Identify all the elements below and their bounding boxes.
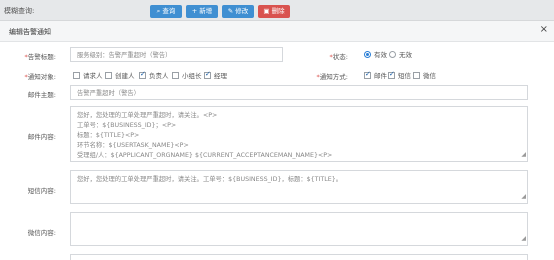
checkbox-checked-icon	[388, 70, 395, 79]
checkbox-checked-icon	[139, 70, 146, 79]
dialog-title: 编辑告警通知	[9, 28, 51, 36]
email-line: 您好，您处理的工单处理严重超时，请关注。<P>	[77, 112, 218, 119]
notify-target-manager[interactable]: 经理	[204, 70, 227, 80]
radio-icon	[389, 50, 396, 58]
delete-button[interactable]: ▣ 删除	[258, 5, 290, 18]
radio-selected-icon	[364, 50, 371, 58]
sms-content-label: 短信内容:	[27, 187, 56, 195]
edit-button[interactable]: ✎ 修改	[222, 5, 254, 18]
notify-target-label: *通知对象:	[24, 73, 56, 81]
alert-title-input[interactable]: 服务级别：告警严重超时（警告）	[70, 47, 283, 62]
status-valid-radio[interactable]: 有效	[364, 49, 387, 59]
wechat-content-textarea[interactable]: ◢	[70, 212, 528, 246]
notify-target-team-leader[interactable]: 小组长	[172, 70, 202, 80]
plus-icon: +	[191, 7, 198, 15]
notify-target-creator[interactable]: 创建人	[105, 70, 135, 80]
email-subject-input[interactable]: 告警严重超时（警告）	[70, 85, 528, 100]
email-content-label: 邮件内容:	[27, 133, 56, 141]
notify-method-sms[interactable]: 短信	[388, 70, 411, 80]
resize-handle-icon[interactable]: ◢	[521, 150, 526, 160]
add-button[interactable]: + 新增	[186, 5, 218, 18]
email-content-textarea[interactable]: 您好，您处理的工单处理严重超时，请关注。<P> 工单号：${BUSINESS_I…	[70, 106, 528, 162]
alert-title-label: *告警标题:	[24, 53, 56, 61]
checkbox-icon	[105, 71, 112, 79]
notify-target-requester[interactable]: 请求人	[73, 70, 103, 80]
notify-target-owner[interactable]: 负责人	[139, 70, 169, 80]
pencil-icon: ✎	[227, 7, 234, 15]
trash-icon: ▣	[263, 7, 270, 15]
email-line: 环节名称：${USERTASK_NAME}<P>	[77, 142, 189, 149]
fuzzy-search-label: 模糊查询:	[4, 7, 35, 15]
resize-handle-icon[interactable]: ◢	[521, 234, 526, 244]
toolbar: 模糊查询: ⌕ 查询 + 新增 ✎ 修改 ▣ 删除	[0, 0, 554, 21]
email-subject-label: 邮件主题:	[27, 91, 56, 99]
checkbox-icon	[73, 71, 80, 79]
close-icon[interactable]: ×	[540, 24, 548, 35]
dialog-header: 编辑告警通知 ×	[0, 21, 554, 42]
resize-handle-icon[interactable]: ◢	[521, 192, 526, 202]
sms-content-textarea[interactable]: 您好，您处理的工单处理严重超时，请关注。工单号：${BUSINESS_ID}，标…	[70, 170, 528, 204]
search-icon: ⌕	[156, 7, 161, 15]
status-label: *状态:	[329, 53, 348, 61]
next-field-edge	[70, 254, 528, 260]
notify-method-email[interactable]: 邮件	[364, 70, 387, 80]
wechat-content-label: 微信内容:	[27, 229, 56, 237]
notify-method-wechat[interactable]: 微信	[413, 70, 436, 80]
query-button[interactable]: ⌕ 查询	[150, 5, 182, 18]
notify-method-label: *通知方式:	[316, 73, 348, 81]
email-line: 标题：${TITLE}<P>	[77, 132, 140, 139]
email-line: 受理组/人：${APPLICANT_ORGNAME} ${CURRENT_ACC…	[77, 152, 333, 159]
checkbox-icon	[172, 71, 179, 79]
checkbox-checked-icon	[204, 70, 211, 79]
email-line: 工单号：${BUSINESS_ID}；<P>	[77, 122, 177, 129]
status-invalid-radio[interactable]: 无效	[389, 49, 412, 59]
checkbox-icon	[413, 71, 420, 79]
checkbox-checked-icon	[364, 70, 371, 79]
